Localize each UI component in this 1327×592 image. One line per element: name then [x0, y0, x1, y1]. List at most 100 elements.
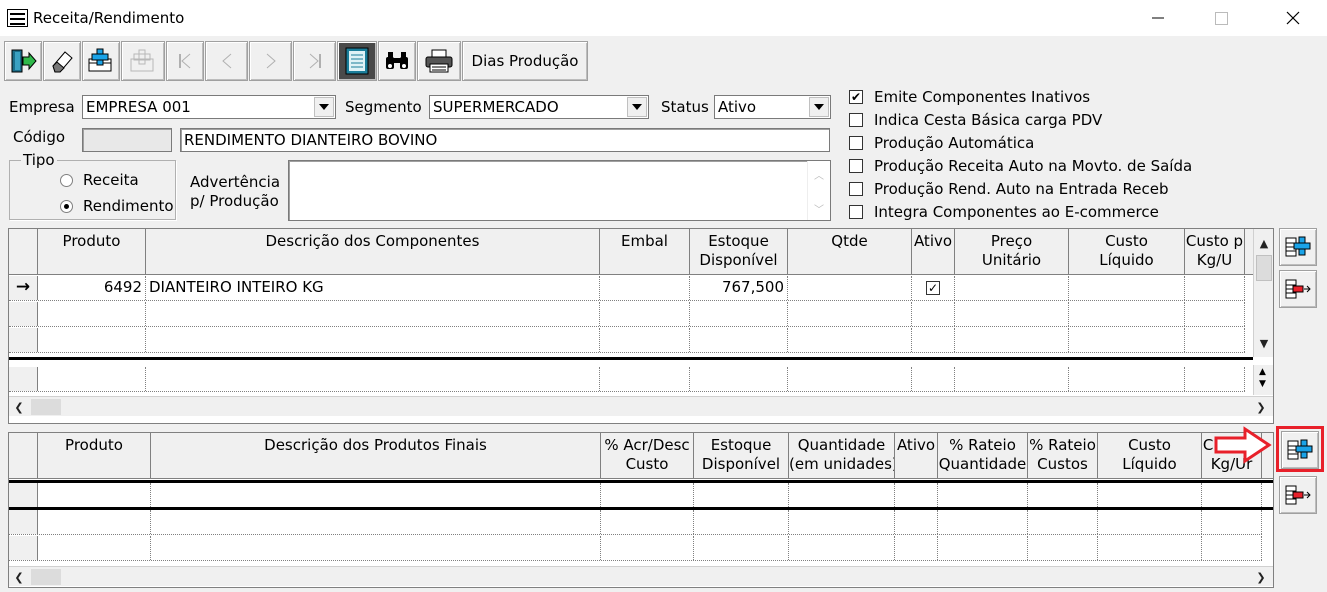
search-button[interactable] [378, 41, 416, 81]
column-header[interactable]: % Rateio Quantidade [938, 433, 1028, 478]
scroll-right-icon[interactable]: ❯ [1251, 397, 1271, 417]
scroll-right-icon[interactable]: ❯ [1251, 567, 1271, 587]
chevron-down-icon[interactable] [314, 97, 334, 117]
prev-record-button[interactable] [205, 41, 248, 81]
table-cell[interactable] [938, 536, 1028, 560]
table-cell[interactable] [690, 328, 788, 352]
last-record-button[interactable] [293, 41, 336, 81]
table-cell[interactable] [1185, 302, 1245, 326]
table-cell[interactable] [38, 302, 146, 326]
table-cell[interactable] [151, 483, 601, 507]
table-cell[interactable] [1185, 328, 1245, 352]
scroll-left-icon[interactable]: ❮ [9, 567, 29, 587]
segmento-select[interactable]: SUPERMERCADO [429, 95, 649, 119]
scroll-up-icon[interactable]: ︿ [814, 167, 824, 182]
option-row[interactable]: Indica Cesta Básica carga PDV [849, 111, 1102, 129]
column-header[interactable]: % Acr/Desc Custo [601, 433, 694, 478]
option-checkbox[interactable] [849, 205, 863, 219]
option-checkbox[interactable] [849, 113, 863, 127]
components-vscroll[interactable]: ▲ ▼ [1253, 229, 1273, 357]
option-checkbox[interactable]: ✔ [849, 90, 863, 104]
option-row[interactable]: Produção Rend. Auto na Entrada Receb [849, 180, 1169, 198]
table-cell[interactable] [600, 276, 690, 300]
column-header[interactable]: Ativo [895, 433, 938, 478]
table-row[interactable] [9, 302, 1245, 327]
option-row[interactable]: Integra Componentes ao E-commerce [849, 203, 1159, 221]
components-hscroll[interactable]: ❮ ❯ [9, 396, 1273, 416]
table-cell[interactable] [789, 536, 895, 560]
spin-up-icon[interactable]: ▲ [1259, 367, 1266, 377]
chevron-down-icon[interactable] [627, 97, 647, 117]
option-checkbox[interactable] [849, 159, 863, 173]
hscroll-thumb[interactable] [31, 399, 61, 415]
table-cell[interactable] [1098, 536, 1202, 560]
scroll-left-icon[interactable]: ❮ [9, 397, 29, 417]
table-cell[interactable]: ✓ [912, 276, 955, 300]
table-cell[interactable] [38, 328, 146, 352]
receita-radio[interactable] [60, 173, 73, 187]
column-header[interactable]: Preço Unitário [955, 229, 1069, 274]
ativo-checkbox[interactable]: ✓ [926, 280, 940, 295]
table-cell[interactable] [1069, 302, 1185, 326]
table-row[interactable] [9, 328, 1245, 353]
scroll-down-icon[interactable]: ▼ [1254, 333, 1273, 353]
dias-producao-button[interactable]: Dias Produção [462, 41, 588, 81]
minimize-button[interactable] [1135, 0, 1181, 36]
table-cell[interactable] [789, 483, 895, 507]
table-cell[interactable] [694, 510, 789, 534]
table-cell[interactable] [694, 536, 789, 560]
table-cell[interactable] [38, 483, 151, 507]
table-cell[interactable] [600, 328, 690, 352]
new-button[interactable] [82, 41, 120, 81]
column-header[interactable]: Estoque Disponível [694, 433, 789, 478]
add-component-button[interactable] [1279, 228, 1317, 266]
option-checkbox[interactable] [849, 136, 863, 150]
table-cell[interactable] [912, 328, 955, 352]
table-cell[interactable] [601, 536, 694, 560]
close-button[interactable] [1270, 0, 1316, 36]
table-cell[interactable] [1028, 483, 1098, 507]
empresa-select[interactable]: EMPRESA 001 [82, 95, 336, 119]
column-header[interactable]: Estoque Disponível [690, 229, 788, 274]
table-cell[interactable] [789, 510, 895, 534]
table-cell[interactable] [1202, 483, 1262, 507]
option-row[interactable]: Produção Receita Auto na Movto. de Saída [849, 157, 1192, 175]
table-cell[interactable]: DIANTEIRO INTEIRO KG [146, 276, 600, 300]
column-header[interactable]: Ativo [912, 229, 955, 274]
maximize-button[interactable] [1198, 0, 1244, 36]
table-cell[interactable] [151, 536, 601, 560]
table-cell[interactable] [1069, 276, 1185, 300]
table-cell[interactable] [788, 302, 912, 326]
table-cell[interactable] [151, 510, 601, 534]
first-record-button[interactable] [166, 41, 204, 81]
table-cell[interactable] [938, 510, 1028, 534]
column-header[interactable]: Produto [38, 433, 151, 478]
column-header[interactable]: Custo Líquido [1098, 433, 1202, 478]
table-cell[interactable] [146, 367, 600, 391]
table-cell[interactable] [38, 367, 146, 391]
notes-button[interactable] [337, 41, 377, 81]
table-row[interactable] [9, 536, 1262, 561]
table-cell[interactable] [912, 302, 955, 326]
spin-down-icon[interactable]: ▼ [1259, 379, 1266, 389]
table-cell[interactable] [1028, 536, 1098, 560]
table-cell[interactable] [1028, 510, 1098, 534]
tipo-rendimento-option[interactable]: Rendimento [60, 197, 174, 215]
column-header[interactable]: Custo Líquido [1069, 229, 1185, 274]
table-cell[interactable] [146, 328, 600, 352]
column-header[interactable]: Descrição dos Componentes [146, 229, 600, 274]
table-cell[interactable] [1069, 367, 1185, 391]
table-cell[interactable] [601, 483, 694, 507]
table-cell[interactable] [955, 367, 1069, 391]
column-header[interactable]: Qtde [788, 229, 912, 274]
chevron-down-icon[interactable] [809, 97, 829, 117]
table-cell[interactable] [895, 510, 938, 534]
table-cell[interactable]: 767,500 [690, 276, 788, 300]
option-checkbox[interactable] [849, 182, 863, 196]
table-cell[interactable] [955, 328, 1069, 352]
scroll-up-icon[interactable]: ▲ [1254, 233, 1273, 253]
column-header[interactable]: Descrição dos Produtos Finais [151, 433, 601, 478]
final-hscroll[interactable]: ❮ ❯ [9, 566, 1273, 586]
column-header[interactable]: Produto [38, 229, 146, 274]
remove-final-product-button[interactable] [1279, 476, 1317, 514]
